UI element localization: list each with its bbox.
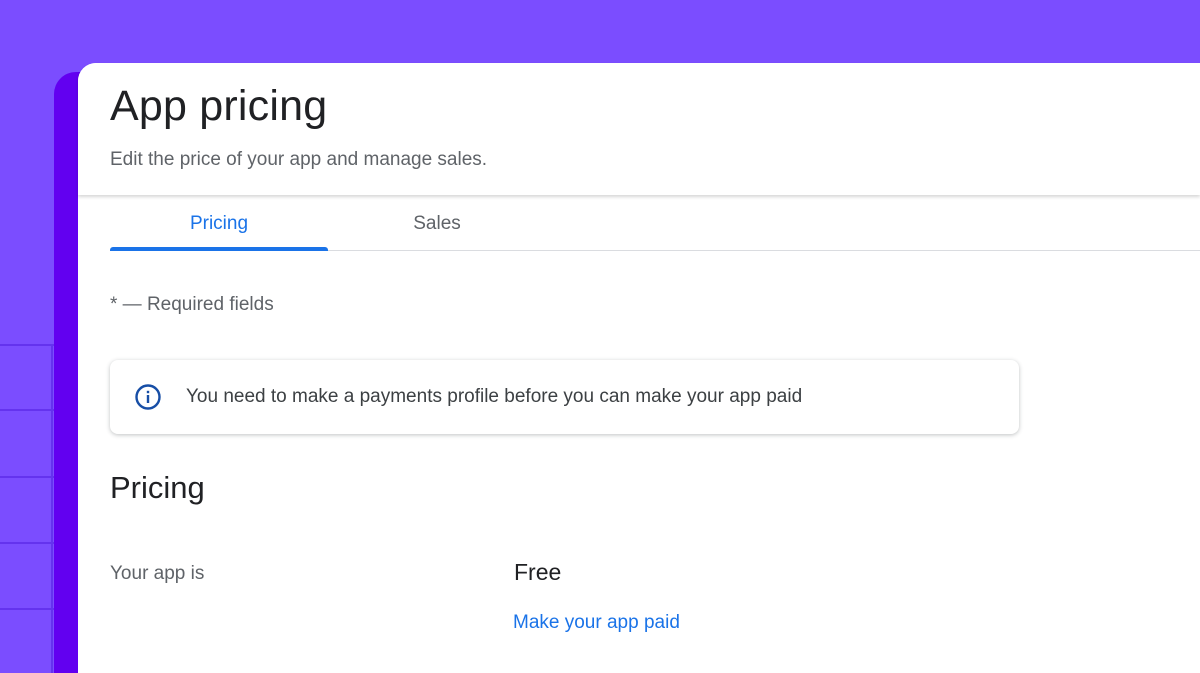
app-price-value: Free: [514, 559, 562, 585]
page-header: App pricing Edit the price of your app a…: [78, 63, 1200, 195]
tab-sales[interactable]: Sales: [328, 197, 546, 250]
info-banner-text: You need to make a payments profile befo…: [186, 386, 803, 407]
background-grid-decoration: [0, 344, 54, 673]
app-price-label: Your app is: [110, 563, 205, 584]
main-panel: App pricing Edit the price of your app a…: [78, 63, 1200, 673]
tab-pricing-label: Pricing: [189, 212, 249, 234]
pricing-section-title: Pricing: [110, 470, 205, 505]
tab-sales-label: Sales: [413, 212, 461, 234]
page-title: App pricing: [110, 82, 328, 130]
info-icon: [134, 383, 162, 411]
tab-bar: Pricing Sales: [110, 197, 1200, 251]
tab-pricing[interactable]: Pricing: [110, 197, 328, 251]
required-fields-note: * — Required fields: [110, 294, 274, 315]
make-app-paid-link[interactable]: Make your app paid: [513, 612, 680, 634]
active-tab-indicator: [110, 247, 328, 251]
payments-profile-info-banner: You need to make a payments profile befo…: [110, 360, 1019, 434]
page-subtitle: Edit the price of your app and manage sa…: [110, 149, 488, 170]
